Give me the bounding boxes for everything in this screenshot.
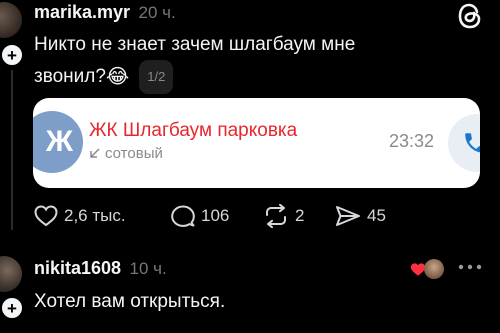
heart-icon — [34, 205, 58, 227]
post-username-2[interactable]: nikita1608 — [34, 258, 121, 278]
post-time-2: 10 ч. — [129, 259, 167, 278]
comment-icon — [171, 205, 195, 227]
call-button — [448, 114, 480, 172]
follow-plus-icon[interactable]: + — [0, 43, 24, 67]
comment-button[interactable]: 106 — [170, 204, 229, 228]
author-avatar-2[interactable] — [0, 256, 22, 292]
post-header-2: nikita1608 10 ч. — [34, 258, 167, 279]
call-time: 23:32 — [389, 131, 435, 151]
call-screenshot-card[interactable]: Ж ЖК Шлагбаум парковка сотовый 23:32 — [33, 98, 480, 188]
post-header: marika.myr 20 ч. — [34, 2, 176, 23]
share-button[interactable]: 45 — [334, 204, 386, 228]
repost-button[interactable]: 2 — [262, 204, 304, 228]
share-count: 45 — [367, 206, 386, 225]
author-avatar[interactable] — [0, 2, 22, 38]
call-type-label: сотовый — [105, 145, 163, 162]
contact-name: ЖК Шлагбаум парковка — [89, 120, 298, 141]
post-text-2: Хотел вам открыться. — [34, 291, 226, 312]
contact-avatar: Ж — [33, 111, 83, 173]
post-text: Никто не знает зачем шлагбаум мне — [34, 30, 355, 60]
post-username[interactable]: marika.myr — [34, 2, 130, 22]
post-text-line-2-row: звонил? 😂 1/2 — [34, 60, 174, 94]
post-time: 20 ч. — [138, 3, 176, 22]
threads-logo-icon[interactable] — [455, 1, 485, 31]
phone-icon — [465, 133, 480, 153]
repost-count: 2 — [295, 206, 305, 225]
more-options-icon[interactable] — [458, 258, 482, 276]
repost-icon — [266, 204, 286, 228]
page-indicator: 1/2 — [139, 60, 174, 94]
like-count: 2,6 тыс. — [64, 206, 126, 225]
send-icon — [336, 206, 360, 226]
like-button[interactable]: 2,6 тыс. — [33, 204, 126, 228]
thread-line — [11, 70, 13, 230]
call-type: сотовый — [89, 145, 163, 162]
missed-call-arrow-icon — [90, 148, 100, 158]
follow-plus-icon-2[interactable]: + — [0, 296, 24, 320]
comment-count: 106 — [201, 206, 230, 225]
laughing-emoji-icon: 😂 — [105, 66, 130, 88]
post-text-line-2: звонил? — [34, 66, 106, 87]
post-text-line-1: Никто не знает зачем шлагбаум мне — [34, 34, 356, 55]
liked-by-author-avatar — [424, 259, 444, 279]
